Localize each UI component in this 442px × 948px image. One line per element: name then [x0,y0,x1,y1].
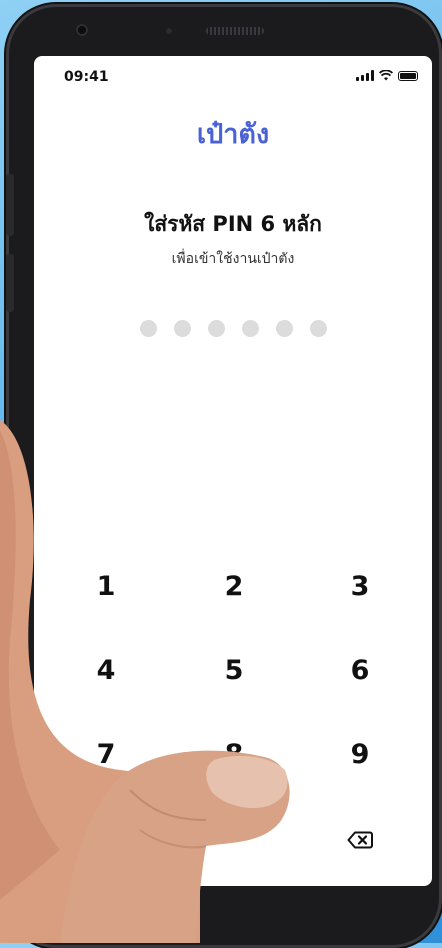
pin-dot [208,320,225,337]
pin-dots [140,320,327,337]
app-title: เป๋าตัง [196,119,270,150]
volume-button [6,174,14,236]
phone-frame: 09:41 เป๋าตัง ใส่รหัส PIN 6 หลัก เพื่อเข… [6,4,442,948]
pin-dot [310,320,327,337]
key-3[interactable]: 3 [330,562,390,612]
backspace-button[interactable] [330,815,390,865]
power-button [6,254,14,312]
signal-icon [356,70,374,81]
key-7[interactable]: 7 [76,730,136,780]
earpiece-speaker [206,27,264,35]
battery-icon [398,71,418,81]
status-icons [356,70,418,81]
backspace-icon [347,831,373,849]
pin-subtitle: เพื่อเข้าใช้งานเป๋าตัง [171,251,295,267]
key-2[interactable]: 2 [204,562,264,612]
pin-dot [276,320,293,337]
key-1[interactable]: 1 [76,562,136,612]
pin-dot [174,320,191,337]
key-9[interactable]: 9 [330,730,390,780]
pin-heading: ใส่รหัส PIN 6 หลัก [144,212,322,236]
front-camera [76,24,88,36]
key-5[interactable]: 5 [204,646,264,696]
wifi-icon [379,70,393,81]
proximity-sensor [166,28,172,34]
pin-dot [242,320,259,337]
key-8[interactable]: 8 [204,730,264,780]
app-screen: 09:41 เป๋าตัง ใส่รหัส PIN 6 หลัก เพื่อเข… [34,56,432,886]
key-6[interactable]: 6 [330,646,390,696]
status-bar: 09:41 [34,56,432,96]
pin-dot [140,320,157,337]
key-4[interactable]: 4 [76,646,136,696]
status-time: 09:41 [64,69,109,85]
